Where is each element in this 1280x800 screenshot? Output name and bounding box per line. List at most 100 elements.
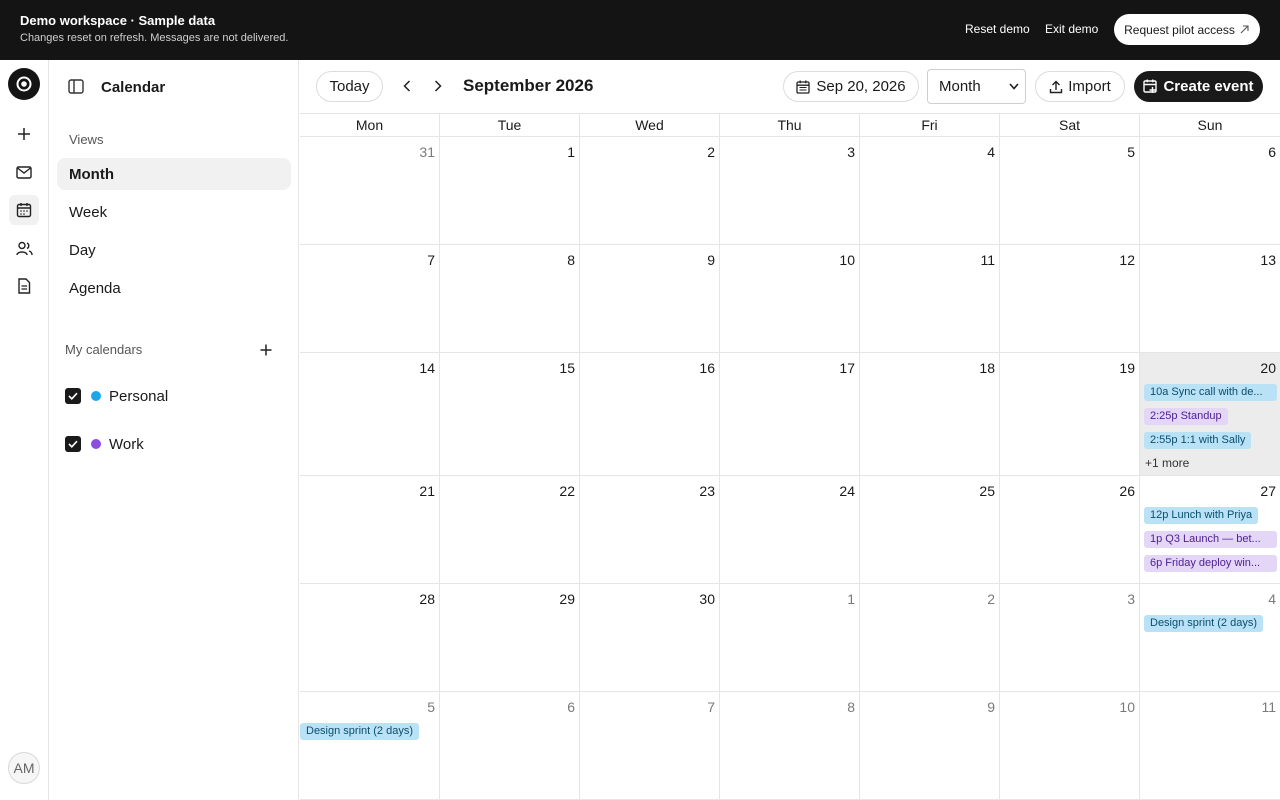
calendar-work[interactable]: Work bbox=[65, 432, 144, 456]
day-cell[interactable]: 8 bbox=[440, 245, 580, 352]
day-cell[interactable]: 10 bbox=[720, 245, 860, 352]
calendar-icon bbox=[796, 80, 811, 94]
day-number: 20 bbox=[1260, 360, 1276, 376]
day-cell[interactable]: 29 bbox=[440, 584, 580, 691]
day-cell[interactable]: 6 bbox=[440, 692, 580, 799]
exit-demo-link[interactable]: Exit demo bbox=[1045, 22, 1098, 36]
day-number: 3 bbox=[1127, 591, 1135, 607]
banner-title: Demo workspace · Sample data bbox=[20, 13, 216, 28]
sidebar-item-week[interactable]: Week bbox=[57, 196, 291, 228]
sidebar-toggle-icon[interactable] bbox=[68, 79, 86, 97]
day-cell[interactable]: 7 bbox=[580, 692, 720, 799]
checkbox-checked-icon[interactable] bbox=[65, 436, 81, 452]
current-month-title: September 2026 bbox=[463, 76, 594, 95]
day-cell[interactable]: 26 bbox=[1000, 476, 1140, 583]
weekday-label: Sun bbox=[1197, 117, 1223, 133]
chevron-left-icon[interactable] bbox=[396, 75, 418, 97]
date-picker-label: Sep 20, 2026 bbox=[816, 78, 906, 95]
calendar-icon[interactable] bbox=[9, 195, 39, 225]
day-cell[interactable]: 7 bbox=[300, 245, 440, 352]
checkbox-checked-icon[interactable] bbox=[65, 388, 81, 404]
day-number: 26 bbox=[1119, 483, 1135, 499]
chevron-right-icon[interactable] bbox=[427, 75, 449, 97]
demo-banner: Demo workspace · Sample data Changes res… bbox=[0, 0, 1280, 60]
calendar-label: Personal bbox=[109, 387, 169, 405]
sidebar-title: Calendar bbox=[101, 79, 166, 96]
mail-icon[interactable] bbox=[9, 157, 39, 187]
event-chip-personal[interactable]: 12p Lunch with Priya bbox=[1144, 507, 1259, 524]
day-cell[interactable]: 1 bbox=[440, 137, 580, 244]
document-icon[interactable] bbox=[9, 271, 39, 301]
external-arrow-icon bbox=[1240, 25, 1249, 34]
day-number: 1 bbox=[567, 144, 575, 160]
day-cell[interactable]: 5 Design sprint (2 days) bbox=[300, 692, 440, 799]
plus-icon[interactable] bbox=[9, 119, 39, 149]
today-button[interactable]: Today bbox=[316, 71, 383, 102]
day-cell[interactable]: 13 bbox=[1140, 245, 1280, 352]
event-chip-personal[interactable]: Design sprint (2 days) bbox=[1144, 615, 1263, 632]
day-number: 2 bbox=[987, 591, 995, 607]
reset-demo-link[interactable]: Reset demo bbox=[965, 22, 1030, 36]
day-cell[interactable]: 12 bbox=[1000, 245, 1140, 352]
day-cell[interactable]: 4 bbox=[860, 137, 1000, 244]
day-cell[interactable]: 8 bbox=[720, 692, 860, 799]
event-chip-personal[interactable]: 10a Sync call with de... bbox=[1144, 384, 1277, 401]
day-cell[interactable]: 19 bbox=[1000, 353, 1140, 475]
import-button[interactable]: Import bbox=[1035, 71, 1125, 102]
view-select[interactable]: Month bbox=[927, 69, 1026, 104]
event-chip-personal[interactable]: 2:55p 1:1 with Sally bbox=[1144, 432, 1252, 449]
avatar[interactable]: AM bbox=[8, 752, 40, 784]
day-cell[interactable]: 31 bbox=[300, 137, 440, 244]
event-chip-work[interactable]: 6p Friday deploy win... bbox=[1144, 555, 1277, 572]
weekday-label: Mon bbox=[300, 114, 440, 138]
day-cell[interactable]: 15 bbox=[440, 353, 580, 475]
day-cell[interactable]: 18 bbox=[860, 353, 1000, 475]
sidebar-item-agenda[interactable]: Agenda bbox=[57, 272, 291, 304]
users-icon[interactable] bbox=[9, 233, 39, 263]
day-cell[interactable]: 11 bbox=[1140, 692, 1280, 799]
day-cell[interactable]: 4 Design sprint (2 days) bbox=[1140, 584, 1280, 691]
day-cell-today[interactable]: 20 10a Sync call with de... 2:25p Standup 2… bbox=[1140, 353, 1280, 475]
day-number: 6 bbox=[1268, 144, 1276, 160]
calendar-personal[interactable]: Personal bbox=[65, 384, 168, 408]
day-cell[interactable]: 11 bbox=[860, 245, 1000, 352]
day-cell[interactable]: 1 bbox=[720, 584, 860, 691]
day-number: 6 bbox=[567, 699, 575, 715]
calendar-toolbar: Today September 2026 Sep 20, 2026 Month … bbox=[300, 60, 1280, 113]
day-cell[interactable]: 3 bbox=[1000, 584, 1140, 691]
sidebar-item-month[interactable]: Month bbox=[57, 158, 291, 190]
day-cell[interactable]: 24 bbox=[720, 476, 860, 583]
add-calendar-button[interactable] bbox=[257, 341, 275, 359]
day-cell[interactable]: 21 bbox=[300, 476, 440, 583]
day-cell[interactable]: 9 bbox=[860, 692, 1000, 799]
day-cell[interactable]: 30 bbox=[580, 584, 720, 691]
date-picker-button[interactable]: Sep 20, 2026 bbox=[783, 71, 919, 102]
import-label: Import bbox=[1068, 78, 1111, 95]
event-chip-work[interactable]: 2:25p Standup bbox=[1144, 408, 1228, 425]
day-cell[interactable]: 27 12p Lunch with Priya 1p Q3 Launch — bet… bbox=[1140, 476, 1280, 583]
day-cell[interactable]: 22 bbox=[440, 476, 580, 583]
day-cell[interactable]: 10 bbox=[1000, 692, 1140, 799]
day-number: 10 bbox=[1119, 699, 1135, 715]
day-cell[interactable]: 6 bbox=[1140, 137, 1280, 244]
day-cell[interactable]: 5 bbox=[1000, 137, 1140, 244]
more-events-link[interactable]: +1 more bbox=[1145, 456, 1189, 470]
day-cell[interactable]: 14 bbox=[300, 353, 440, 475]
day-cell[interactable]: 17 bbox=[720, 353, 860, 475]
day-cell[interactable]: 28 bbox=[300, 584, 440, 691]
day-cell[interactable]: 3 bbox=[720, 137, 860, 244]
create-event-button[interactable]: Create event bbox=[1134, 71, 1263, 102]
logo-icon[interactable] bbox=[8, 68, 40, 100]
day-cell[interactable]: 25 bbox=[860, 476, 1000, 583]
event-chip-personal[interactable]: Design sprint (2 days) bbox=[300, 723, 419, 740]
request-pilot-access-button[interactable]: Request pilot access bbox=[1114, 14, 1260, 45]
event-chip-work[interactable]: 1p Q3 Launch — bet... bbox=[1144, 531, 1277, 548]
day-number: 24 bbox=[839, 483, 855, 499]
day-cell[interactable]: 9 bbox=[580, 245, 720, 352]
sidebar-item-day[interactable]: Day bbox=[57, 234, 291, 266]
day-cell[interactable]: 16 bbox=[580, 353, 720, 475]
day-cell[interactable]: 2 bbox=[860, 584, 1000, 691]
day-number: 30 bbox=[699, 591, 715, 607]
day-cell[interactable]: 23 bbox=[580, 476, 720, 583]
day-cell[interactable]: 2 bbox=[580, 137, 720, 244]
